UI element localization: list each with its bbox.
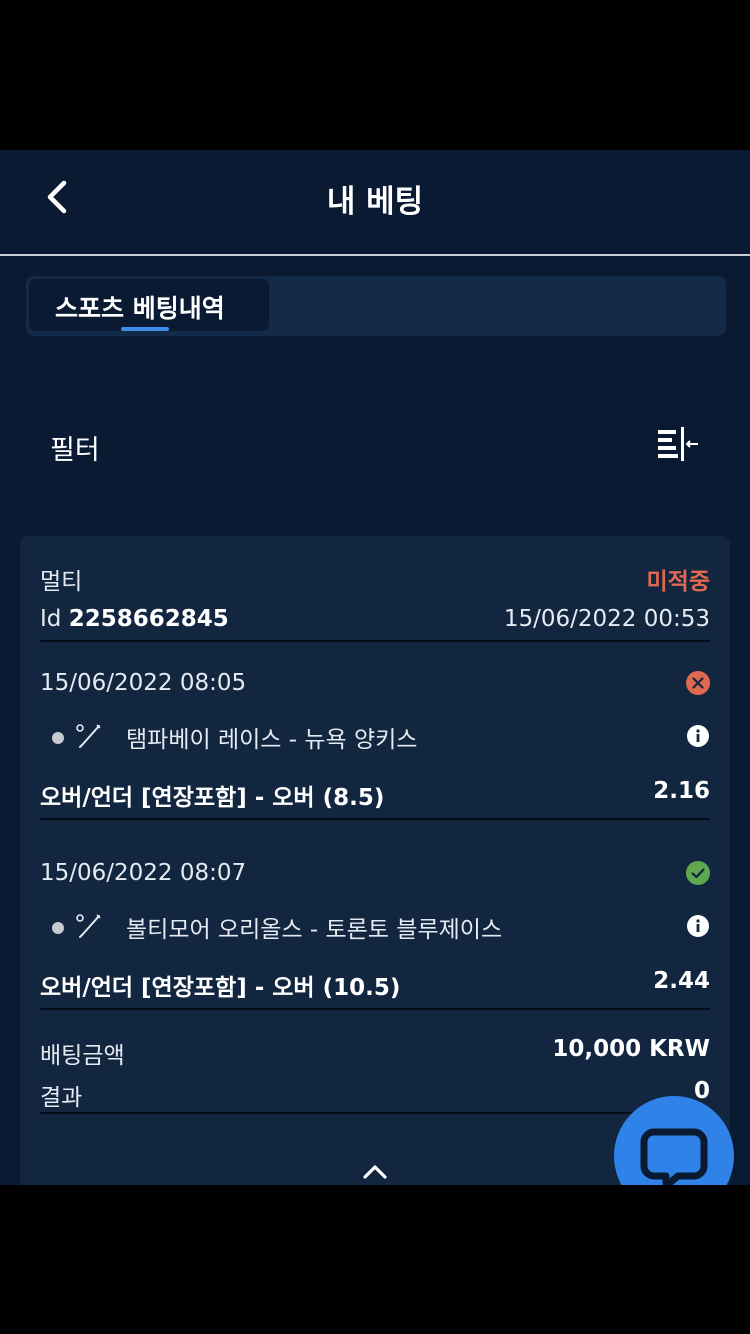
selection-datetime: 15/06/2022 08:05 [40,670,247,696]
divider [40,1112,710,1114]
info-icon[interactable] [686,724,710,748]
bet-id-value: 2258662845 [68,606,229,632]
info-icon[interactable] [686,914,710,938]
baseball-bat-icon [76,914,101,938]
result-label: 결과 [40,1085,83,1111]
bullet-dot [52,922,64,934]
bullet-dot [52,732,64,744]
selection-market: 오버/언더 [연장포함] - 오버 (8.5) [40,785,385,811]
bet-status-badge: 미적중 [646,569,710,595]
stake-value: 10,000 KRW [552,1036,710,1062]
page-title: 내 베팅 [326,184,424,220]
divider [40,818,710,820]
selection-odds: 2.16 [653,778,710,804]
bet-placed-time: 15/06/2022 00:53 [503,606,710,632]
chevron-up-icon[interactable] [356,1156,394,1185]
bet-type: 멀티 [40,569,83,595]
stake-label: 배팅금액 [40,1043,125,1069]
selection-datetime: 15/06/2022 08:07 [40,860,247,886]
tab-bar: 스포츠 베팅내역 [26,276,726,336]
divider [40,640,710,642]
selection-market: 오버/언더 [연장포함] - 오버 (10.5) [40,975,401,1001]
baseball-bat-icon [76,724,101,748]
filter-row: 필터 [0,406,750,486]
x-circle-icon [686,671,710,695]
filter-button[interactable]: 필터 [50,428,100,467]
bet-id-row: Id 2258662845 [40,606,229,632]
selection-odds: 2.44 [653,968,710,994]
app-screen: 내 베팅 스포츠 베팅내역 필터 멀티 미적중 Id 2258662845 15… [0,150,750,1185]
filter-lines-icon[interactable] [652,424,704,466]
chat-bubble-icon [640,1128,708,1185]
top-bar: 내 베팅 [0,150,750,256]
bet-id-label: Id [40,606,62,632]
tab-active-indicator [121,327,169,331]
tab-label: 스포츠 베팅내역 [55,294,225,323]
divider [40,1008,710,1010]
check-circle-icon [686,861,710,885]
selection-match: 탬파베이 레이스 - 뉴욕 양키스 [126,727,418,753]
bet-slip-card: 멀티 미적중 Id 2258662845 15/06/2022 00:53 15… [20,536,730,1185]
chat-button[interactable] [614,1096,734,1185]
selection-match: 볼티모어 오리올스 - 토론토 블루제이스 [126,917,503,943]
tab-sports-bet-history[interactable]: 스포츠 베팅내역 [29,279,269,331]
